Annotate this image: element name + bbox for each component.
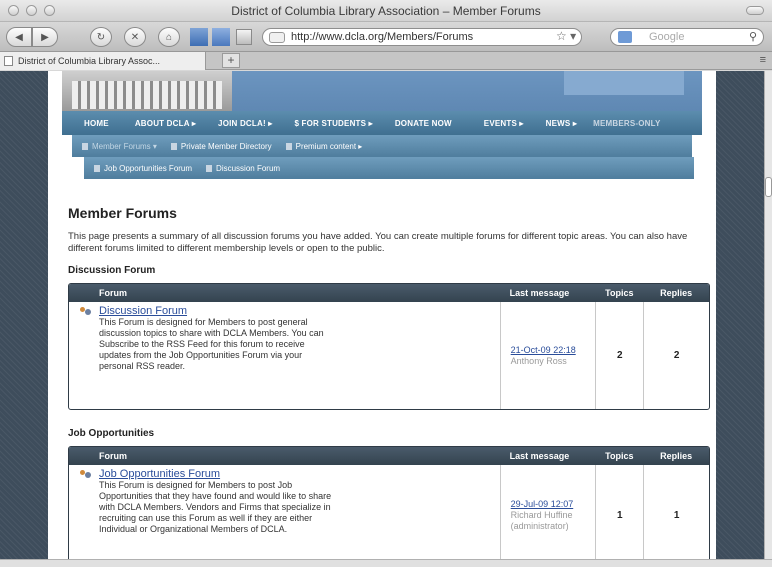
nav-students[interactable]: $ FOR STUDENTS ▸ [294,119,372,128]
reload-button[interactable]: ↻ [90,27,112,47]
forum-link[interactable]: Job Opportunities Forum [99,468,492,480]
nav-about[interactable]: ABOUT DCLA ▸ [135,119,196,128]
subnav-discussion-forum[interactable]: Discussion Forum [216,164,280,173]
column-header-last-message: Last message [509,451,570,461]
window-title: District of Columbia Library Association… [231,4,541,18]
print-icon[interactable] [236,29,252,45]
site-identity-icon [269,32,285,43]
browser-toolbar: ◀ ▶ ↻ ✕ ⌂ http://www.dcla.org/Members/Fo… [0,22,772,52]
forum-cell: Job Opportunities Forum This Forum is de… [69,465,500,559]
address-bar[interactable]: http://www.dcla.org/Members/Forums [262,28,582,46]
last-message-author: Anthony Ross [510,355,567,366]
banner-panel [564,71,684,95]
page-icon [82,142,88,150]
forum-description: This Forum is designed for Members to po… [99,480,332,534]
browser-tab[interactable]: District of Columbia Library Assoc... [0,52,206,70]
new-tab-button[interactable]: + [222,53,240,68]
forum-users-icon [80,470,92,479]
stop-button[interactable]: ✕ [124,27,146,47]
horizontal-scrollbar[interactable] [0,559,772,567]
table-header: Forum Last message Topics Replies [69,284,709,302]
home-icon: ⌂ [165,31,173,43]
nav-join[interactable]: JOIN DCLA! ▸ [218,119,272,128]
column-header-replies: Replies [660,288,693,298]
page-intro: This page presents a summary of all disc… [68,231,688,254]
members-subnav: Member Forums ▾ Private Member Directory… [72,135,692,157]
column-header-forum: Forum [99,288,127,298]
search-icon[interactable]: ⚲ [749,30,757,43]
forward-button[interactable]: ▶ [32,27,58,47]
table-row: Discussion Forum This Forum is designed … [69,302,709,409]
tab-list-icon[interactable]: ≡ [760,54,766,66]
last-message-link[interactable]: 29-Jul-09 12:07 [511,499,596,510]
forum-cell: Discussion Forum This Forum is designed … [69,302,500,409]
tab-title: District of Columbia Library Assoc... [18,56,161,66]
last-message-link[interactable]: 21-Oct-09 22:18 [511,345,596,356]
column-header-last-message: Last message [509,288,570,298]
subnav-job-forum[interactable]: Job Opportunities Forum [104,164,192,173]
forward-arrow-icon: ▶ [41,31,49,43]
scrollbar-thumb[interactable] [765,177,772,197]
history-icon[interactable] [212,28,230,46]
column-header-replies: Replies [660,451,693,461]
search-bar[interactable]: Google ⚲ [610,28,764,46]
column-header-topics: Topics [605,451,634,461]
tab-strip: District of Columbia Library Assoc... + … [0,52,772,70]
page-viewport: HOME ABOUT DCLA ▸ JOIN DCLA! ▸ $ FOR STU… [0,71,764,559]
nav-home[interactable]: HOME [84,119,109,128]
forum-link[interactable]: Discussion Forum [99,305,492,317]
section-heading: Job Opportunities [68,428,155,439]
forum-description: This Forum is designed for Members to po… [99,317,324,371]
column-header-forum: Forum [99,451,127,461]
search-placeholder: Google [649,31,685,43]
bookmark-star-icon[interactable]: ☆ ▾ [556,29,576,43]
forums-subnav: Job Opportunities Forum Discussion Forum [84,157,694,179]
reload-icon: ↻ [96,31,106,43]
vertical-scrollbar[interactable] [764,71,772,559]
table-row: Job Opportunities Forum This Forum is de… [69,465,709,559]
page-icon [170,142,177,150]
back-arrow-icon: ◀ [15,31,23,43]
address-bar-url: http://www.dcla.org/Members/Forums [291,31,474,43]
site-banner [62,71,702,111]
window-titlebar: District of Columbia Library Association… [0,0,772,22]
topics-count: 2 [595,302,643,409]
page-icon [206,164,213,172]
replies-count: 1 [643,465,709,559]
page-title: Member Forums [68,205,177,221]
subnav-member-forums[interactable]: Member Forums ▾ [92,142,157,151]
bookmarks-icon[interactable] [190,28,208,46]
subnav-member-directory[interactable]: Private Member Directory [181,142,272,151]
toolbar-toggle-button[interactable] [746,6,764,15]
nav-members-only[interactable]: MEMBERS-ONLY [593,119,660,128]
forum-table: Forum Last message Topics Replies Job Op… [68,446,710,559]
nav-news[interactable]: NEWS ▸ [546,119,577,128]
subnav-premium-content[interactable]: Premium content ▸ [296,142,363,151]
topics-count: 1 [595,465,643,559]
google-search-engine-icon [618,31,632,43]
forum-users-icon [80,307,92,316]
nav-events[interactable]: EVENTS ▸ [484,119,524,128]
last-message-cell: 29-Jul-09 12:07 Richard Huffine (adminis… [499,465,596,559]
table-header: Forum Last message Topics Replies [69,447,709,465]
page-icon [4,56,13,66]
last-message-author: Richard Huffine (administrator) [510,509,573,531]
stop-icon: ✕ [130,31,140,43]
last-message-cell: 21-Oct-09 22:18 Anthony Ross [499,302,596,409]
replies-count: 2 [643,302,709,409]
column-header-topics: Topics [605,288,634,298]
forum-table: Forum Last message Topics Replies Discus… [68,283,710,410]
main-navigation: HOME ABOUT DCLA ▸ JOIN DCLA! ▸ $ FOR STU… [62,111,702,135]
section-heading: Discussion Forum [68,265,156,276]
page-icon [94,164,100,172]
page-content: HOME ABOUT DCLA ▸ JOIN DCLA! ▸ $ FOR STU… [48,71,716,559]
home-button[interactable]: ⌂ [158,27,180,47]
nav-donate[interactable]: DONATE NOW [395,119,452,128]
page-icon [285,142,292,150]
capitol-building-image [62,71,232,111]
back-button[interactable]: ◀ [6,27,32,47]
